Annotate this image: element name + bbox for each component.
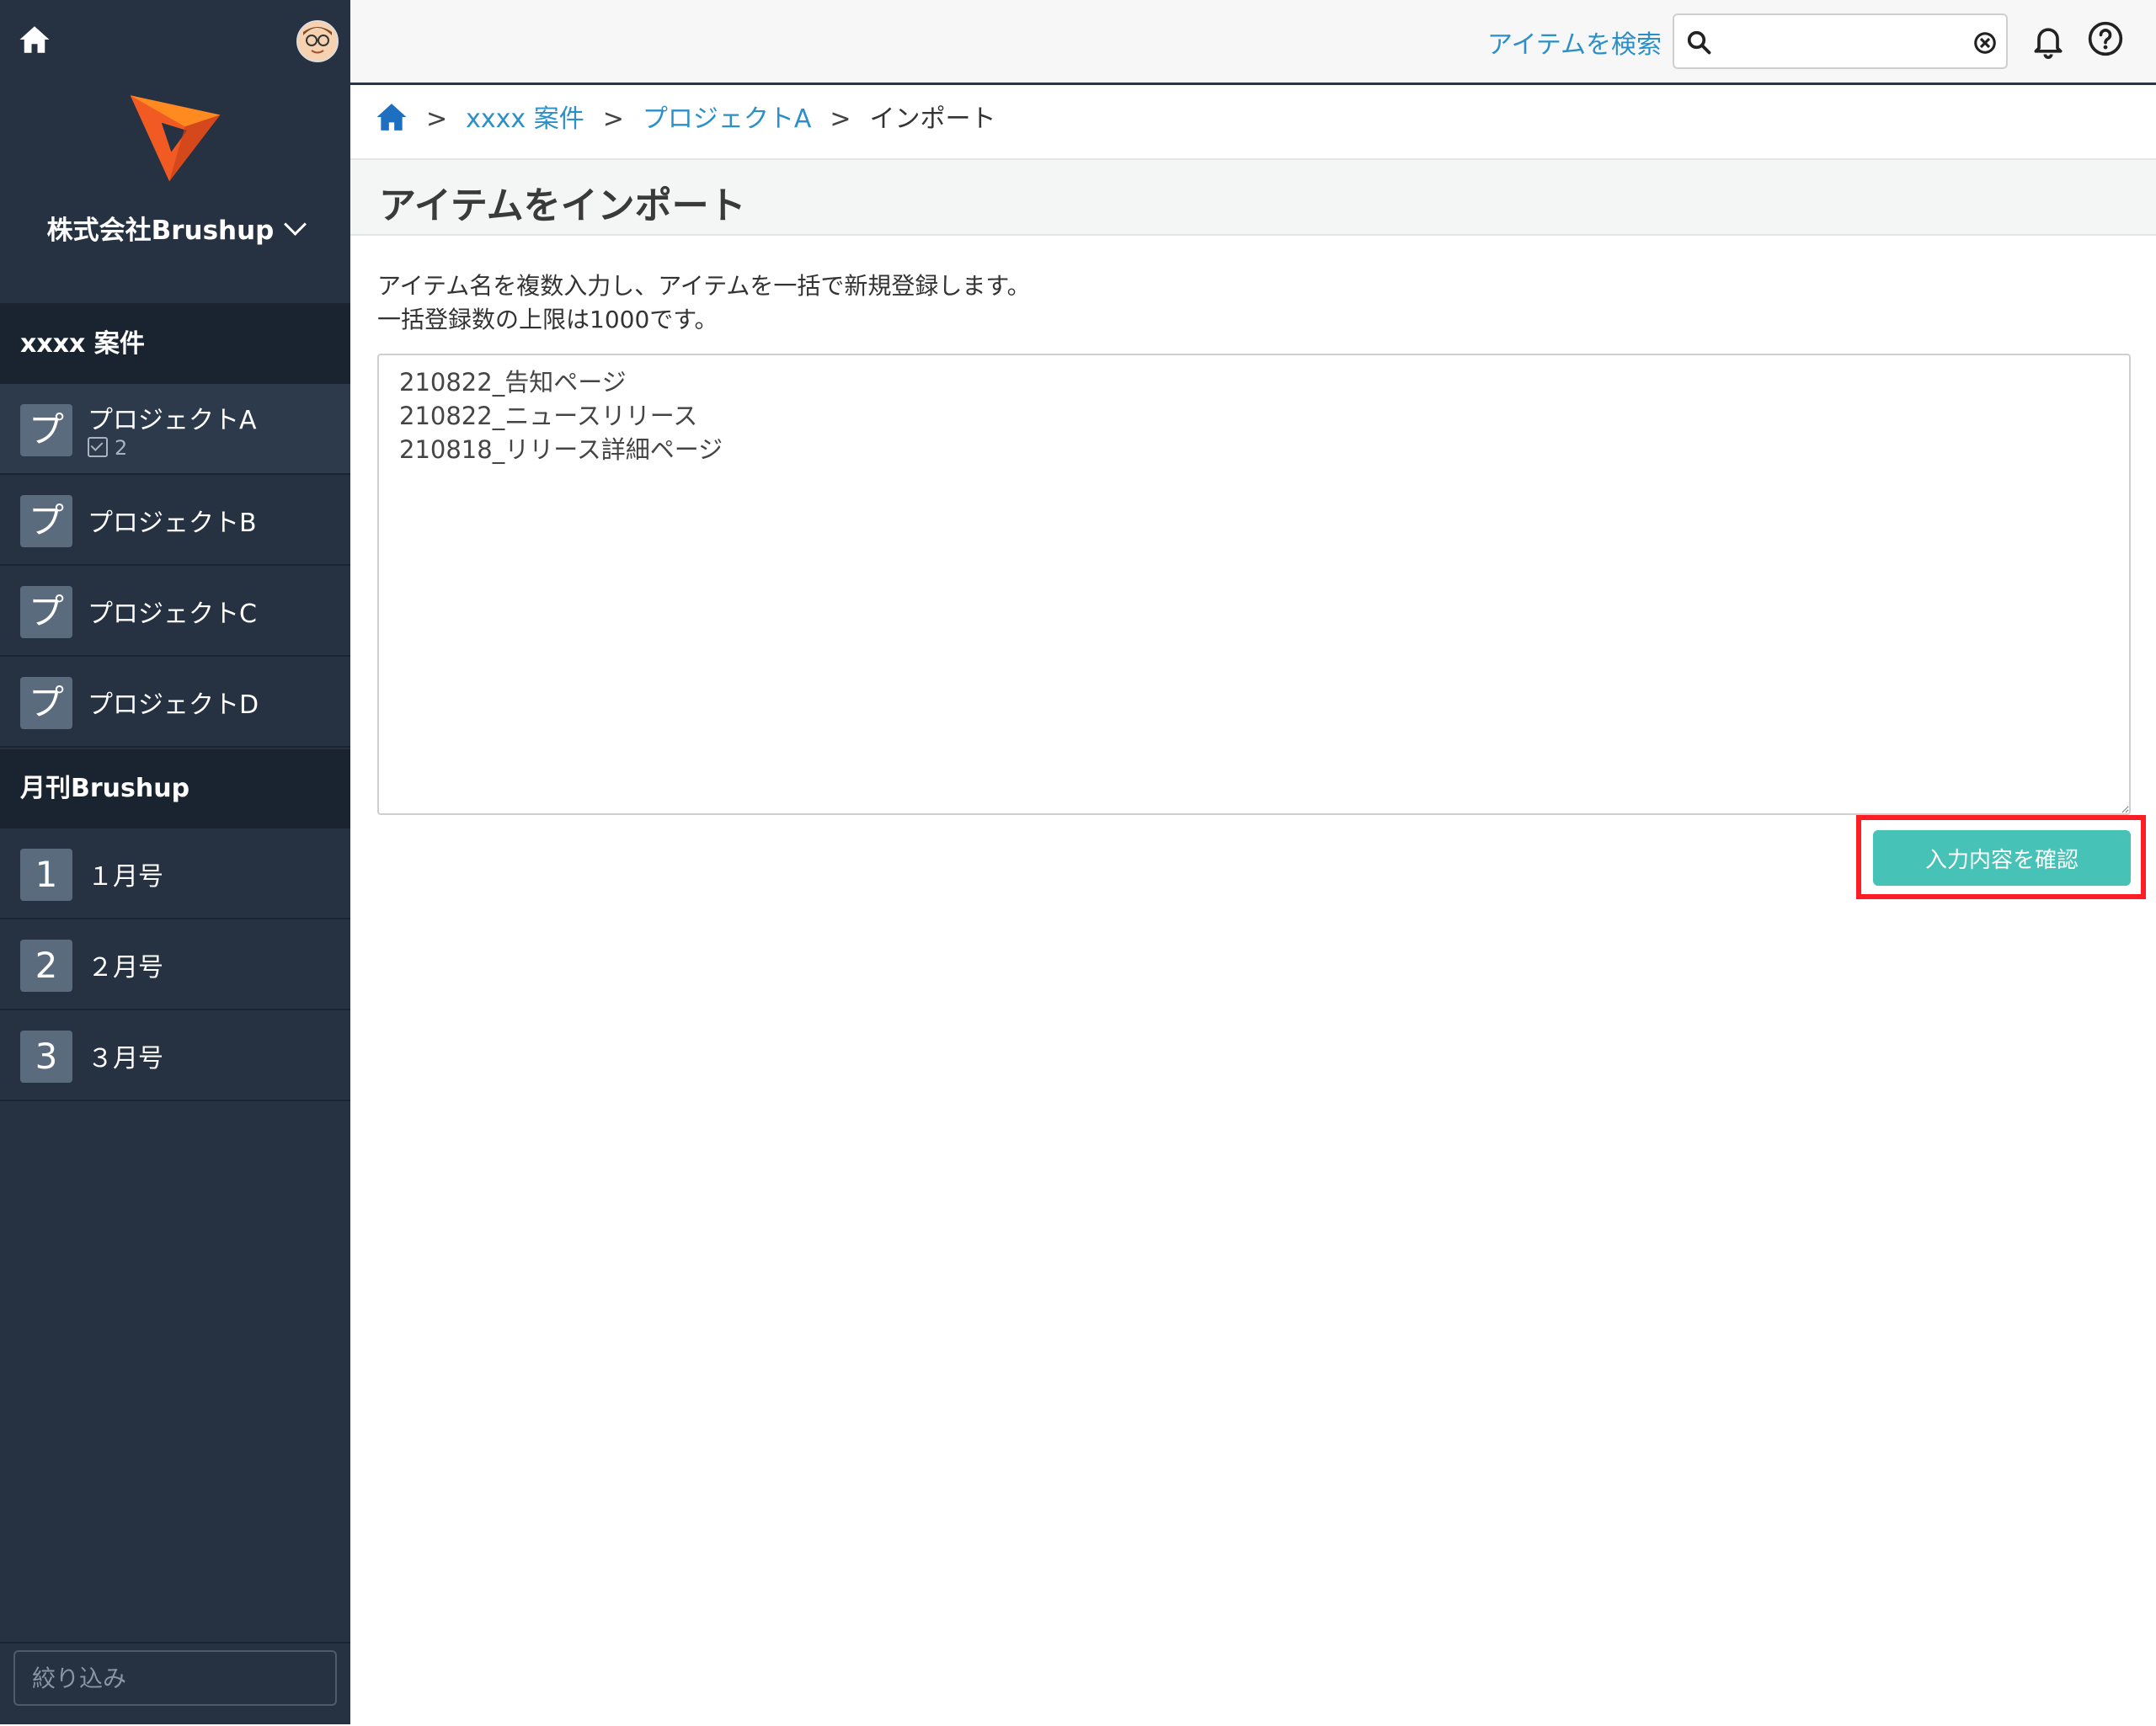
sidebar-item-label: ２月号 (88, 953, 163, 983)
home-icon[interactable] (376, 102, 408, 132)
page-title: アイテムをインポート (379, 184, 746, 227)
home-icon[interactable] (17, 22, 52, 57)
task-count: 2 (88, 436, 127, 460)
sidebar: 株式会社Brushup xxxx 案件 プ プロジェクトA 2 プ プロジェクト… (0, 0, 350, 1724)
project-badge: プ (20, 404, 72, 456)
breadcrumb-separator: > (830, 104, 851, 134)
checkbox-icon (88, 437, 108, 457)
company-switcher[interactable]: 株式会社Brushup (0, 209, 350, 247)
search-box (1673, 13, 2008, 69)
breadcrumb-link-project[interactable]: プロジェクトA (643, 104, 812, 134)
breadcrumb-separator: > (602, 104, 624, 134)
description-line: 一括登録数の上限は1000です。 (377, 306, 718, 333)
breadcrumb: > xxxx 案件 > プロジェクトA > インポート (376, 98, 996, 140)
issue-badge: 1 (20, 849, 72, 901)
sidebar-item-label: ３月号 (88, 1044, 163, 1073)
breadcrumb-link-case[interactable]: xxxx 案件 (466, 104, 584, 134)
project-badge: プ (20, 586, 72, 638)
sidebar-item-january[interactable]: 1 １月号 (0, 828, 350, 919)
bell-icon[interactable] (2030, 22, 2067, 59)
description: アイテム名を複数入力し、アイテムを一括で新規登録します。 一括登録数の上限は10… (377, 269, 1031, 337)
issue-badge: 3 (20, 1031, 72, 1083)
sidebar-item-march[interactable]: 3 ３月号 (0, 1010, 350, 1101)
sidebar-item-label: プロジェクトC (88, 599, 257, 629)
sidebar-filter-input[interactable] (13, 1650, 337, 1706)
avatar[interactable] (296, 20, 339, 62)
task-count-value: 2 (115, 436, 128, 460)
company-name: 株式会社Brushup (46, 216, 275, 246)
project-badge: プ (20, 495, 72, 547)
search-icon (1687, 30, 1711, 55)
brushup-logo-icon (130, 95, 221, 182)
help-icon[interactable] (2087, 20, 2124, 57)
sidebar-group-xxxx: xxxx 案件 (0, 305, 350, 384)
sidebar-item-february[interactable]: 2 ２月号 (0, 919, 350, 1010)
sidebar-item-project-b[interactable]: プ プロジェクトB (0, 475, 350, 566)
sidebar-item-label: １月号 (88, 862, 163, 892)
description-line: アイテム名を複数入力し、アイテムを一括で新規登録します。 (377, 272, 1031, 300)
issue-badge: 2 (20, 940, 72, 992)
chevron-down-icon (284, 213, 307, 236)
search-input[interactable] (1718, 22, 1957, 62)
sidebar-item-project-c[interactable]: プ プロジェクトC (0, 566, 350, 657)
title-bar: アイテムをインポート (350, 158, 2156, 236)
breadcrumb-current: インポート (869, 104, 996, 134)
sidebar-item-project-d[interactable]: プ プロジェクトD (0, 657, 350, 748)
sidebar-item-project-a[interactable]: プ プロジェクトA 2 (0, 384, 350, 475)
breadcrumb-separator: > (426, 104, 448, 134)
avatar-face-icon (298, 22, 337, 61)
confirm-input-button[interactable]: 入力内容を確認 (1873, 830, 2131, 886)
sidebar-group-monthly: 月刊Brushup (0, 749, 350, 828)
project-badge: プ (20, 677, 72, 729)
sidebar-item-label: プロジェクトB (88, 509, 257, 538)
item-search-link[interactable]: アイテムを検索 (1487, 24, 1662, 61)
item-names-textarea[interactable] (377, 354, 2131, 815)
sidebar-item-label: プロジェクトA (88, 406, 257, 435)
clear-icon[interactable] (1972, 30, 1998, 56)
sidebar-item-label: プロジェクトD (88, 690, 259, 720)
